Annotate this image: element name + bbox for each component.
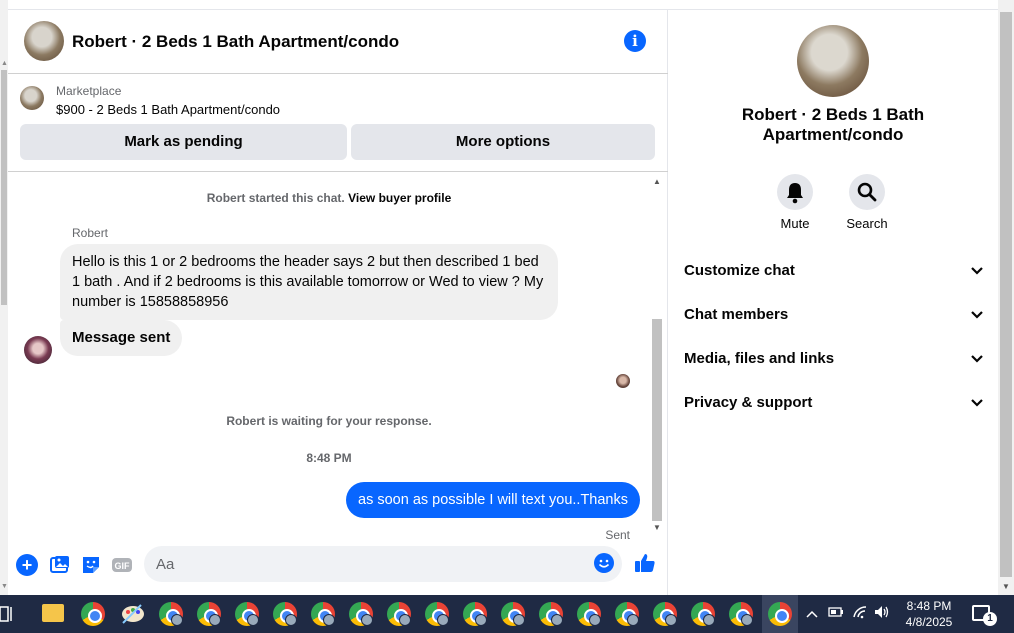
chat-column: Robert · 2 Beds 1 Bath Apartment/condo i…	[8, 10, 668, 595]
conversation-avatar[interactable]	[24, 21, 64, 61]
message-list: Robert started this chat. View buyer pro…	[8, 172, 668, 542]
incoming-message[interactable]: Hello is this 1 or 2 bedrooms the header…	[60, 244, 558, 320]
conversation-details-panel: Robert · 2 Beds 1 Bath Apartment/condo M…	[668, 10, 998, 595]
message-input[interactable]	[156, 554, 576, 574]
battery-icon[interactable]	[828, 606, 844, 621]
section-label: Media, files and links	[684, 350, 835, 367]
scroll-down-icon[interactable]: ▼	[653, 523, 661, 532]
panel-avatar[interactable]	[797, 25, 869, 97]
top-border	[8, 0, 998, 10]
profile-badge-icon	[323, 614, 335, 626]
message-input-wrapper[interactable]	[144, 546, 622, 582]
gif-icon[interactable]: GIF	[111, 554, 133, 576]
conversation-title[interactable]: Robert · 2 Beds 1 Bath Apartment/condo	[72, 32, 399, 52]
profile-badge-icon	[589, 614, 601, 626]
bell-icon[interactable]	[777, 174, 813, 210]
paint-icon[interactable]	[119, 603, 147, 625]
listing-title[interactable]: $900 - 2 Beds 1 Bath Apartment/condo	[56, 102, 280, 117]
gif-label: GIF	[115, 561, 131, 571]
message-scrollbar[interactable]: ▲ ▼	[650, 177, 664, 535]
chat-started-text: Robert started this chat.	[206, 191, 345, 205]
sender-avatar[interactable]	[24, 336, 52, 364]
search-label: Search	[846, 216, 888, 231]
customize-chat-section[interactable]: Customize chat	[684, 249, 984, 293]
emoji-icon[interactable]	[594, 553, 614, 573]
profile-badge-icon	[627, 614, 639, 626]
section-label: Customize chat	[684, 262, 795, 279]
scroll-up-icon[interactable]: ▲	[1, 60, 8, 67]
clock-time: 8:48 PM	[906, 599, 952, 613]
task-view-icon[interactable]	[0, 605, 14, 623]
right-scrollbar-thumb[interactable]	[1000, 12, 1012, 577]
windows-taskbar: 8:48 PM 4/8/2025 1	[0, 595, 1014, 633]
listing-thumbnail[interactable]	[20, 86, 44, 110]
mute-label: Mute	[780, 216, 810, 231]
mark-as-pending-button[interactable]: Mark as pending	[20, 124, 347, 160]
left-scrollbar-thumb[interactable]	[1, 70, 7, 305]
plus-icon[interactable]: +	[16, 554, 38, 576]
chevron-down-icon	[970, 381, 984, 443]
view-buyer-profile-link[interactable]: View buyer profile	[348, 191, 451, 205]
chat-started-notice: Robert started this chat. View buyer pro…	[8, 191, 650, 205]
composer: + GIF	[8, 542, 668, 595]
volume-icon[interactable]	[874, 605, 890, 622]
chat-members-section[interactable]: Chat members	[684, 293, 984, 337]
marketplace-label: Marketplace	[56, 84, 122, 98]
profile-badge-icon	[399, 614, 411, 626]
chrome-icon[interactable]	[81, 602, 105, 626]
info-icon[interactable]: i	[624, 30, 646, 52]
more-options-button[interactable]: More options	[351, 124, 655, 160]
thumbs-up-icon[interactable]	[634, 552, 656, 574]
profile-badge-icon	[513, 614, 525, 626]
profile-badge-icon	[285, 614, 297, 626]
sticker-icon[interactable]	[80, 554, 102, 576]
scroll-up-icon[interactable]: ▲	[653, 177, 661, 186]
panel-title: Robert · 2 Beds 1 Bath Apartment/condo	[741, 105, 925, 144]
chevron-up-icon[interactable]	[806, 607, 818, 622]
media-files-links-section[interactable]: Media, files and links	[684, 337, 984, 381]
scroll-down-icon[interactable]: ▼	[1002, 582, 1010, 591]
message-timestamp: 8:48 PM	[306, 451, 352, 465]
seen-indicator-avatar	[616, 374, 630, 388]
profile-badge-icon	[247, 614, 259, 626]
clock[interactable]: 8:48 PM 4/8/2025	[903, 598, 955, 630]
privacy-support-section[interactable]: Privacy & support	[684, 381, 984, 425]
chat-header: Robert · 2 Beds 1 Bath Apartment/condo i	[8, 10, 668, 74]
marketplace-banner: Marketplace $900 - 2 Beds 1 Bath Apartme…	[8, 74, 668, 172]
message-scrollbar-thumb[interactable]	[652, 319, 662, 521]
mute-action[interactable]: Mute	[765, 174, 825, 231]
waiting-notice: Robert is waiting for your response.	[226, 414, 432, 428]
profile-badge-icon	[437, 614, 449, 626]
profile-badge-icon	[741, 614, 753, 626]
profile-badge-icon	[703, 614, 715, 626]
profile-badge-icon	[475, 614, 487, 626]
left-scrollbar[interactable]: ▲ ▼	[0, 0, 8, 595]
wifi-icon[interactable]	[852, 605, 868, 622]
search-action[interactable]: Search	[837, 174, 897, 231]
profile-badge-icon	[665, 614, 677, 626]
profile-badge-icon	[361, 614, 373, 626]
clock-date: 4/8/2025	[905, 615, 953, 629]
messenger-window: ▲ ▼ ▼ Robert · 2 Beds 1 Bath Apartment/c…	[0, 0, 1014, 595]
chrome-active-icon[interactable]	[768, 602, 792, 626]
sender-name: Robert	[72, 226, 109, 240]
file-explorer-icon[interactable]	[42, 604, 64, 622]
sent-status: Sent	[605, 528, 630, 542]
photo-icon[interactable]	[49, 554, 71, 576]
profile-badge-icon	[551, 614, 563, 626]
right-scrollbar[interactable]: ▼	[998, 0, 1014, 595]
section-label: Privacy & support	[684, 394, 813, 411]
profile-badge-icon	[209, 614, 221, 626]
incoming-message[interactable]: Message sent	[60, 320, 183, 356]
section-label: Chat members	[684, 306, 789, 323]
outgoing-message[interactable]: as soon as possible I will text you..Tha…	[346, 482, 640, 518]
profile-badge-icon	[171, 614, 183, 626]
notification-count: 1	[983, 612, 997, 626]
search-icon[interactable]	[849, 174, 885, 210]
scroll-down-icon[interactable]: ▼	[1, 583, 8, 590]
